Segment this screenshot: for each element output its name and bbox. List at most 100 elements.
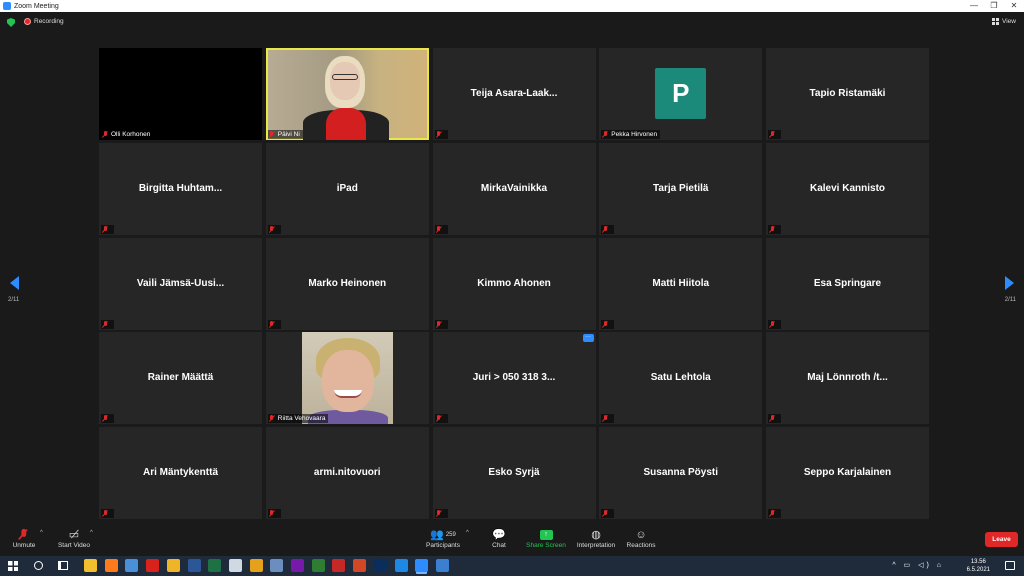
participant-tile[interactable]: P Pekka Hirvonen [599,48,763,140]
participant-tile[interactable]: Tapio Ristamäki [766,48,929,140]
chat-button[interactable]: 💬 Chat [486,527,512,549]
participant-tile[interactable]: Riitta Vehovaara [265,332,429,425]
acrobat-icon[interactable] [146,559,160,572]
interpretation-label: Interpretation [576,542,616,549]
photos-icon[interactable] [435,559,449,572]
participant-name: Tapio Ristamäki [809,88,886,99]
muted-mic-icon [10,527,38,542]
onenote-icon[interactable] [291,559,304,572]
muted-mic-icon [269,131,275,138]
participant-tile[interactable]: Tarja Pietilä [599,142,763,235]
participant-tile[interactable]: Esa Springare [766,237,929,330]
share-screen-icon: ↑ [539,529,553,540]
grid-icon [992,18,1000,25]
muted-mic-icon [102,225,108,233]
previous-page-arrow-icon[interactable] [10,276,19,290]
globe-icon: ◍ [591,529,601,541]
participant-name-tag: Päivi Ni [267,130,303,139]
participant-tile[interactable]: Susanna Pöysti [599,427,763,519]
notepad-icon[interactable] [125,559,139,572]
firefox-icon[interactable] [104,559,118,572]
clock[interactable]: 13.56 6.5.2021 [967,558,990,574]
muted-mic-icon [602,415,608,422]
participant-tile[interactable]: Vaili Jämsä-Uusi... [99,237,262,330]
word-icon[interactable] [187,559,201,572]
participant-tile[interactable]: armi.nitovuori [265,427,429,519]
participant-name: Seppo Karjalainen [803,467,892,478]
participant-name: Maj Lönnroth /t... [807,372,888,384]
more-options-button[interactable]: ··· [582,334,594,343]
calculator-icon[interactable] [270,559,284,572]
unmute-button[interactable]: Unmute [10,527,38,549]
interpretation-button[interactable]: ◍ Interpretation [574,527,618,549]
participant-tile[interactable]: Kimmo Ahonen [432,237,596,330]
participant-tile[interactable]: Marko Heinonen [265,237,429,330]
task-view-icon[interactable] [58,561,68,570]
participant-name-tag [101,319,114,329]
muted-mic-icon [269,225,275,233]
reactions-button[interactable]: ☺ Reactions [624,527,658,550]
muted-mic-icon [602,131,608,138]
participant-video [301,332,393,425]
outlook-icon[interactable] [166,559,180,572]
participant-tile[interactable]: iPad [265,142,429,235]
participant-tile[interactable]: Birgitta Huhtam... [99,142,262,235]
participants-button[interactable]: 👥 259 Participants [422,527,464,549]
windows-start-icon[interactable] [8,561,18,571]
powerpoint-icon[interactable] [353,559,367,572]
participant-name: Esko Syrjä [488,467,540,478]
meeting-toolbar: Unmute ^ ▭̸ Start Video ^ 👥 259 Participa… [0,524,1024,556]
muted-mic-icon [769,415,775,422]
muted-mic-icon [102,415,108,422]
participant-tile[interactable]: Esko Syrjä [432,427,596,519]
photoshop-icon[interactable] [373,559,387,572]
search-icon[interactable] [34,561,43,570]
participant-name: iPad [336,182,358,194]
participant-tile[interactable]: Maj Lönnroth /t... [766,332,929,425]
participant-tile[interactable]: Päivi Ni [265,48,429,140]
leave-button[interactable]: Leave [985,532,1018,547]
participant-tile[interactable]: Seppo Karjalainen [766,427,929,519]
share-screen-button[interactable]: ↑ Share Screen [524,527,568,549]
participant-name: Vaili Jämsä-Uusi... [136,277,225,289]
participant-name: Kimmo Ahonen [477,277,551,289]
participant-tile[interactable]: Ari Mäntykenttä [99,427,262,519]
file-explorer-icon[interactable] [84,559,97,572]
view-button[interactable]: View [992,18,1016,25]
recording-indicator[interactable]: Recording [24,18,64,25]
start-video-button[interactable]: ▭̸ Start Video [56,527,92,549]
participant-tile[interactable]: Rainer Määttä [99,332,262,425]
participants-icon: 👥 [430,529,444,541]
clock-time: 13.56 [970,559,986,565]
participant-tile[interactable]: Olli Korhonen [99,48,262,140]
edge-icon[interactable] [394,559,408,572]
chrome-icon[interactable] [249,559,263,572]
shield-icon[interactable] [7,18,15,27]
excel-icon[interactable] [208,559,222,572]
participant-tile[interactable]: Matti Hiitola [599,237,763,330]
zoom-icon[interactable] [415,559,429,572]
windows-taskbar: ^ ▭ ◁) ⌂ 13.56 6.5.2021 [0,556,1024,576]
notification-icon[interactable] [1005,561,1015,570]
system-tray-icons[interactable]: ^ ▭ ◁) ⌂ [892,561,944,569]
participant-name: armi.nitovuori [313,467,381,478]
participant-tile[interactable]: Kalevi Kannisto [766,142,929,235]
participant-name: Susanna Pöysti [643,467,718,478]
maximize-button[interactable]: ❐ [984,0,1004,12]
participant-name-tag [768,130,781,139]
participant-tile[interactable]: MirkaVainikka [432,142,596,235]
participant-tile[interactable]: Teija Asara-Laak... [432,48,596,140]
close-button[interactable]: ✕ [1004,0,1024,12]
participant-tile[interactable]: ··· Juri > 050 318 3... [432,332,596,425]
scrivener-icon[interactable] [311,559,325,572]
chat-icon: 💬 [492,529,506,541]
minimize-button[interactable]: — [964,0,984,12]
participant-name-tag [434,224,448,234]
paint-icon[interactable] [228,559,242,572]
participant-tile[interactable]: Satu Lehtola [599,332,763,425]
tool-red-icon[interactable] [332,559,346,572]
muted-mic-icon [436,320,442,328]
next-page-arrow-icon[interactable] [1005,276,1014,290]
participant-name: MirkaVainikka [480,182,548,194]
view-label: View [1002,18,1016,25]
